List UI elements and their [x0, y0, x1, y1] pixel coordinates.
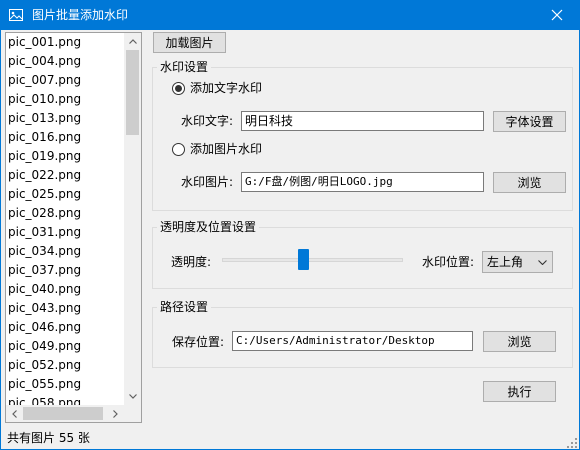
- watermark-text-label: 水印文字:: [181, 114, 234, 128]
- watermark-position-select[interactable]: 左上角: [482, 251, 553, 273]
- file-list-item[interactable]: pic_019.png: [6, 147, 124, 166]
- path-settings-title: 路径设置: [157, 300, 212, 314]
- window-body: pic_001.png pic_004.png pic_007.png pic_010…: [0, 30, 580, 450]
- scroll-right-icon[interactable]: [107, 405, 124, 422]
- horizontal-scrollbar[interactable]: [6, 405, 124, 422]
- file-list-item[interactable]: pic_052.png: [6, 356, 124, 375]
- file-list-item[interactable]: pic_004.png: [6, 52, 124, 71]
- browse-image-button[interactable]: 浏览: [493, 172, 566, 193]
- watermark-text-input[interactable]: 明日科技: [241, 111, 484, 131]
- file-list-item[interactable]: pic_058.png: [6, 394, 124, 405]
- text-watermark-radio[interactable]: [172, 82, 185, 95]
- file-list-item[interactable]: pic_028.png: [6, 204, 124, 223]
- image-watermark-label: 添加图片水印: [190, 142, 263, 156]
- scroll-left-icon[interactable]: [6, 405, 23, 422]
- file-list-item[interactable]: pic_055.png: [6, 375, 124, 394]
- file-list-item[interactable]: pic_031.png: [6, 223, 124, 242]
- save-location-input[interactable]: C:/Users/Administrator/Desktop: [232, 331, 473, 351]
- scrollbar-corner: [124, 405, 141, 422]
- resize-grip-icon[interactable]: [567, 437, 577, 448]
- file-list-item[interactable]: pic_046.png: [6, 318, 124, 337]
- vertical-scroll-thumb[interactable]: [126, 50, 139, 135]
- close-icon[interactable]: [534, 0, 580, 30]
- font-settings-button[interactable]: 字体设置: [493, 111, 566, 132]
- opacity-slider-thumb[interactable]: [298, 249, 310, 270]
- opacity-slider-track[interactable]: [222, 258, 403, 262]
- text-watermark-label: 添加文字水印: [190, 81, 263, 95]
- watermark-position-value: 左上角: [487, 255, 524, 269]
- scroll-down-icon[interactable]: [124, 388, 141, 405]
- watermark-settings-title: 水印设置: [157, 60, 212, 74]
- watermark-position-label: 水印位置:: [422, 255, 475, 269]
- file-list-item[interactable]: pic_037.png: [6, 261, 124, 280]
- chevron-down-icon: [538, 252, 547, 272]
- horizontal-scroll-thumb[interactable]: [23, 407, 103, 420]
- file-list-item[interactable]: pic_010.png: [6, 90, 124, 109]
- file-list-item[interactable]: pic_022.png: [6, 166, 124, 185]
- vertical-scrollbar[interactable]: [124, 33, 141, 405]
- file-list-item[interactable]: pic_043.png: [6, 299, 124, 318]
- file-list-item[interactable]: pic_049.png: [6, 337, 124, 356]
- execute-button[interactable]: 执行: [483, 381, 556, 402]
- file-list-item[interactable]: pic_040.png: [6, 280, 124, 299]
- scroll-up-icon[interactable]: [124, 33, 141, 50]
- picture-icon: [8, 7, 24, 23]
- watermark-image-path-input[interactable]: G:/F盘/例图/明日LOGO.jpg: [241, 172, 484, 192]
- title-bar: 图片批量添加水印: [0, 0, 580, 30]
- file-list-item[interactable]: pic_007.png: [6, 71, 124, 90]
- save-location-label: 保存位置:: [172, 335, 225, 349]
- image-watermark-radio[interactable]: [172, 143, 185, 156]
- transparency-position-title: 透明度及位置设置: [157, 220, 260, 234]
- load-images-button[interactable]: 加载图片: [153, 32, 226, 53]
- opacity-label: 透明度:: [171, 255, 212, 269]
- window-title: 图片批量添加水印: [32, 8, 129, 22]
- file-list-item[interactable]: pic_016.png: [6, 128, 124, 147]
- file-list[interactable]: pic_001.png pic_004.png pic_007.png pic_010…: [5, 32, 142, 423]
- file-list-item[interactable]: pic_013.png: [6, 109, 124, 128]
- file-list-items: pic_001.png pic_004.png pic_007.png pic_010…: [6, 33, 124, 405]
- status-text: 共有图片 55 张: [7, 431, 90, 445]
- file-list-item[interactable]: pic_001.png: [6, 33, 124, 52]
- file-list-item[interactable]: pic_034.png: [6, 242, 124, 261]
- file-list-item[interactable]: pic_025.png: [6, 185, 124, 204]
- browse-save-button[interactable]: 浏览: [483, 331, 556, 352]
- watermark-image-label: 水印图片:: [181, 175, 234, 189]
